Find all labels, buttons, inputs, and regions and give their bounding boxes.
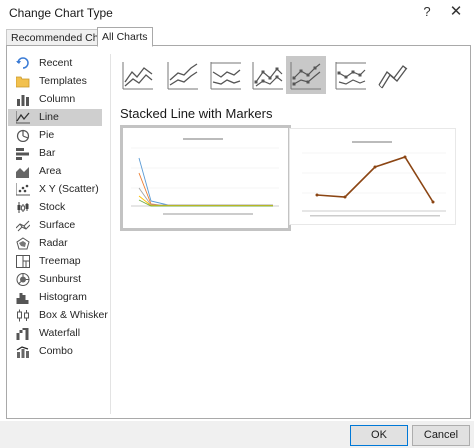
subtype-stacked-line-with-markers[interactable] [286, 56, 326, 94]
sidebar-item-label: Area [39, 165, 62, 177]
100-stacked-line-with-markers-icon [335, 62, 366, 90]
subtype-stacked-line[interactable] [163, 56, 203, 94]
histogram-chart-icon [16, 293, 29, 304]
sidebar-item-pie[interactable]: Pie [8, 127, 102, 144]
waterfall-chart-icon [16, 328, 29, 340]
sidebar-item-surface[interactable]: Surface [8, 217, 102, 234]
sidebar-item-label: Waterfall [39, 327, 81, 339]
folder-icon [16, 76, 30, 88]
box-whisker-chart-icon [17, 309, 29, 322]
subtype-title: Stacked Line with Markers [120, 106, 273, 121]
sidebar-item-box-whisker[interactable]: Box & Whisker [8, 307, 108, 324]
subtype-line[interactable] [118, 56, 158, 94]
sidebar-item-histogram[interactable]: Histogram [8, 289, 102, 306]
dialog-title: Change Chart Type [9, 6, 113, 20]
bar-chart-icon [16, 148, 29, 160]
chart-preview-option-1[interactable] [120, 125, 291, 231]
pie-chart-icon [16, 129, 30, 142]
sidebar-item-scatter[interactable]: X Y (Scatter) [8, 181, 102, 198]
sidebar-item-label: Recent [39, 57, 73, 69]
sidebar-item-line[interactable]: Line [8, 109, 102, 126]
close-button[interactable]: ✕ [444, 2, 468, 22]
sidebar-item-label: X Y (Scatter) [39, 183, 99, 195]
sidebar-item-waterfall[interactable]: Waterfall [8, 325, 102, 342]
sidebar-item-stock[interactable]: Stock [8, 199, 102, 216]
sidebar-item-column[interactable]: Column [8, 91, 102, 108]
ok-button[interactable]: OK [350, 425, 408, 446]
sidebar-item-area[interactable]: Area [8, 163, 102, 180]
stacked-line-with-markers-icon [290, 62, 321, 90]
sidebar-item-radar[interactable]: Radar [8, 235, 102, 252]
sidebar-item-label: Templates [39, 75, 87, 87]
title-bar: Change Chart Type ? ✕ [0, 0, 474, 26]
chart-preview-option-2[interactable] [289, 128, 456, 225]
line-icon [122, 62, 153, 90]
sidebar-item-bar[interactable]: Bar [8, 145, 102, 162]
sidebar-item-label: Radar [39, 237, 68, 249]
3d-line-icon [378, 65, 408, 89]
sidebar-item-label: Line [39, 111, 59, 123]
sidebar-item-label: Combo [39, 345, 73, 357]
column-chart-icon [17, 95, 29, 106]
subtype-100-stacked-line-with-markers[interactable] [331, 56, 371, 94]
line-chart-icon [16, 111, 30, 124]
sidebar-item-sunburst[interactable]: Sunburst [8, 271, 102, 288]
sidebar-item-combo[interactable]: Combo [8, 343, 102, 360]
radar-chart-icon [16, 237, 30, 250]
chart-preview-thumbnail [302, 141, 446, 217]
stock-chart-icon [17, 202, 29, 213]
sidebar-item-label: Bar [39, 147, 56, 159]
sidebar-item-recent[interactable]: Recent [8, 55, 102, 72]
panel-divider [110, 54, 111, 414]
sidebar-item-label: Box & Whisker [39, 309, 108, 321]
combo-chart-icon [16, 346, 29, 358]
sidebar-item-label: Surface [39, 219, 76, 231]
sidebar-item-label: Stock [39, 201, 66, 213]
chart-preview-thumbnail [131, 138, 279, 215]
100-stacked-line-icon [210, 62, 241, 90]
subtype-line-with-markers[interactable] [248, 56, 288, 94]
recent-icon [16, 57, 29, 69]
treemap-chart-icon [16, 255, 30, 268]
tab-all-charts[interactable]: All Charts [97, 27, 153, 47]
sidebar-item-label: Histogram [39, 291, 87, 303]
cancel-button[interactable]: Cancel [412, 425, 470, 446]
surface-chart-icon [16, 220, 30, 232]
sidebar-item-label: Treemap [39, 255, 81, 267]
scatter-chart-icon [16, 183, 30, 196]
sidebar-item-label: Column [39, 93, 76, 105]
sidebar-item-treemap[interactable]: Treemap [8, 253, 102, 270]
sidebar-item-label: Pie [39, 129, 55, 141]
subtype-3d-line[interactable] [373, 56, 413, 94]
help-button[interactable]: ? [416, 2, 438, 22]
sunburst-chart-icon [16, 273, 30, 286]
sidebar-item-label: Sunburst [39, 273, 82, 285]
stacked-line-icon [167, 62, 198, 90]
subtype-100-stacked-line[interactable] [206, 56, 246, 94]
sidebar-item-templates[interactable]: Templates [8, 73, 102, 90]
line-with-markers-icon [252, 62, 283, 90]
area-chart-icon [16, 167, 29, 178]
